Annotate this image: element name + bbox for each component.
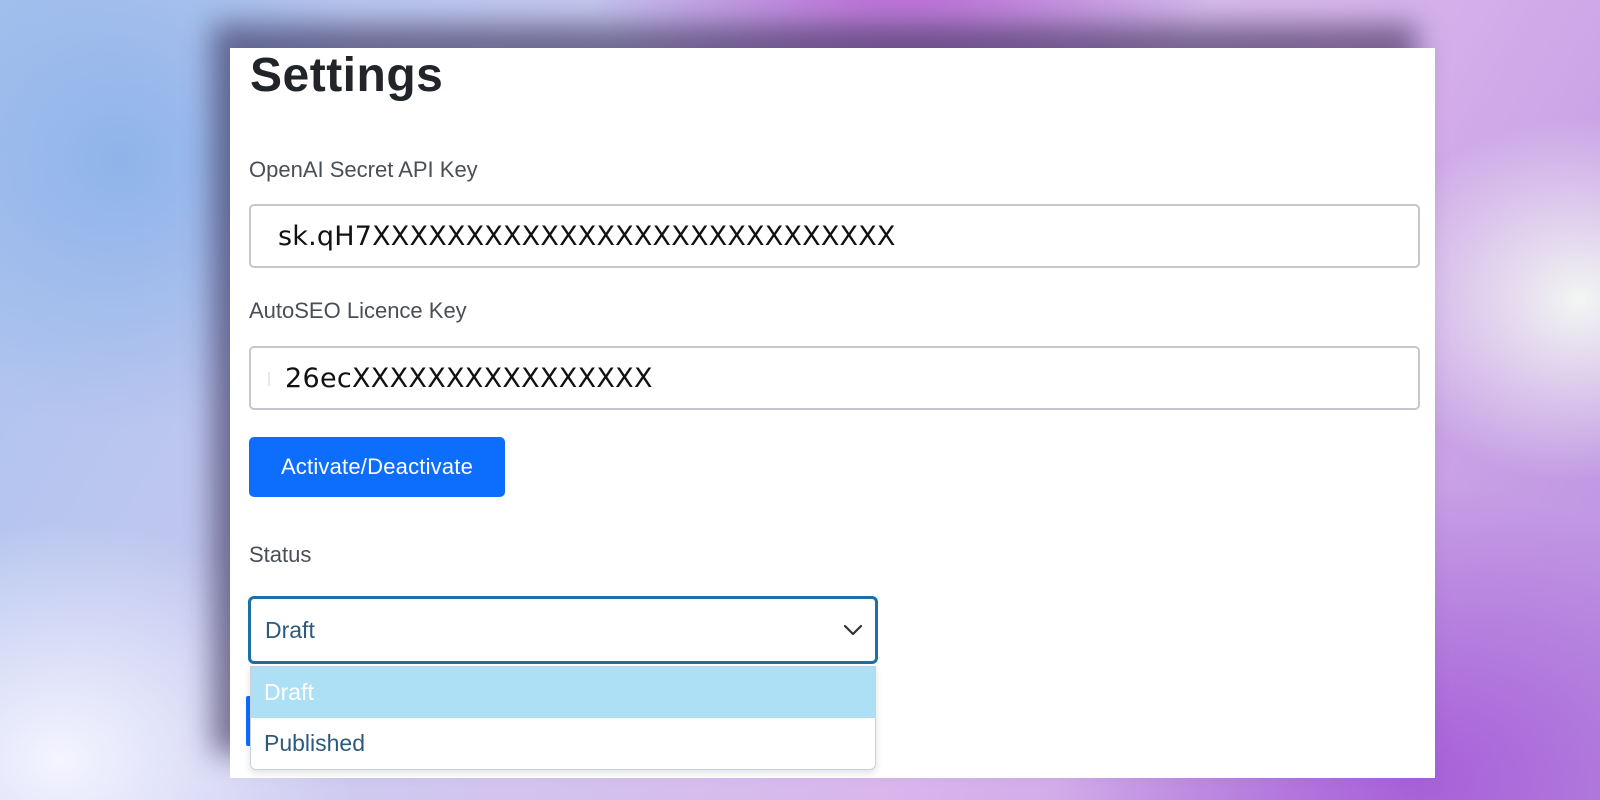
licence-key-label: AutoSEO Licence Key: [249, 298, 467, 323]
status-select-value: Draft: [265, 616, 315, 643]
licence-key-value: 26ecXXXXXXXXXXXXXXXX: [285, 362, 653, 394]
status-option-draft[interactable]: Draft: [251, 667, 875, 718]
chevron-down-icon: [843, 620, 863, 640]
activate-deactivate-button[interactable]: Activate/Deactivate: [249, 437, 505, 497]
settings-panel: Settings OpenAI Secret API Key sk.qH7XXX…: [230, 48, 1435, 778]
page-title: Settings: [250, 49, 444, 102]
status-option-published[interactable]: Published: [251, 718, 875, 769]
text-cursor: [268, 372, 270, 386]
api-key-label: OpenAI Secret API Key: [249, 157, 478, 182]
status-select[interactable]: Draft: [248, 596, 878, 664]
licence-key-input[interactable]: 26ecXXXXXXXXXXXXXXXX: [249, 346, 1420, 410]
status-label: Status: [249, 542, 312, 567]
api-key-value: sk.qH7XXXXXXXXXXXXXXXXXXXXXXXXXXXX: [278, 220, 896, 252]
status-dropdown-list: Draft Published: [250, 666, 876, 770]
api-key-input[interactable]: sk.qH7XXXXXXXXXXXXXXXXXXXXXXXXXXXX: [249, 204, 1420, 268]
